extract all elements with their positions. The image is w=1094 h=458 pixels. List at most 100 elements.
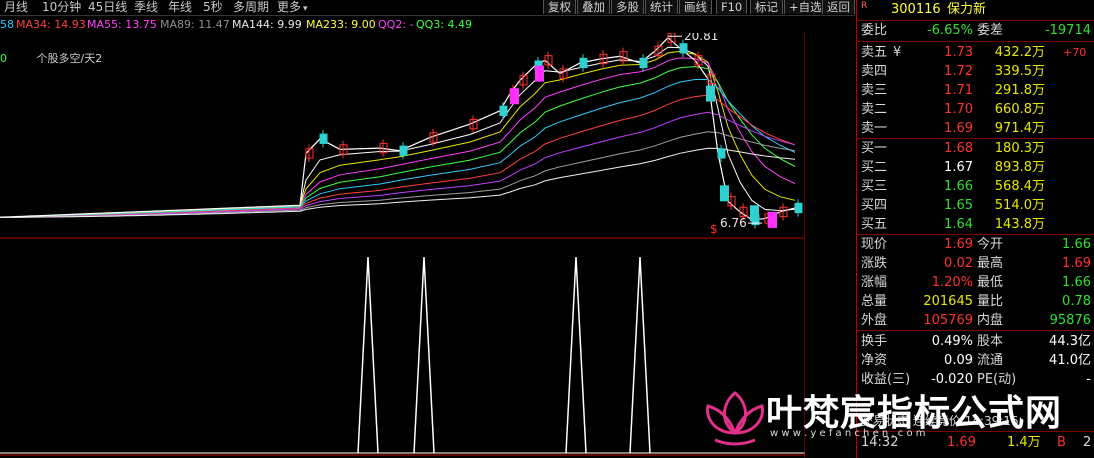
fundamental-row: 净资 0.09 流通 41.0亿 (857, 352, 1094, 370)
tab-yearly[interactable]: 年线 (168, 0, 192, 15)
back-button[interactable]: 返回 (822, 0, 855, 14)
sell-mark: ¥ (893, 45, 902, 60)
buy-volume: 143.8万 (994, 217, 1045, 232)
indicator-peak (565, 256, 587, 454)
mark-button[interactable]: 标记 (750, 0, 783, 14)
stat-value: 1.66 (1062, 237, 1091, 252)
buy-price: 1.68 (944, 141, 973, 156)
fundamental-label: 换手 (861, 334, 888, 349)
fundamental-value: 41.0亿 (1049, 353, 1091, 368)
fundamental-value: - (1086, 372, 1091, 387)
sell-label: 卖三 (861, 83, 888, 98)
stat-label: 外盘 (861, 313, 888, 328)
candle-highlight (535, 65, 544, 82)
fundamental-label: 净资 (861, 353, 888, 368)
add-favorite-button[interactable]: +自选 (784, 0, 827, 14)
candle-body (399, 145, 408, 156)
sell-volume: 432.2万 (994, 45, 1045, 60)
fundamental-label: 股本 (977, 334, 1004, 349)
sell-volume: 339.5万 (994, 64, 1045, 79)
fundamental-value: 0.49% (931, 334, 973, 349)
tick-row: 14:32 1.69 1.4万 B 2 (857, 434, 1094, 452)
stat-value: 0.02 (944, 256, 973, 271)
buy-row: 买五 1.64 143.8万 (857, 216, 1094, 234)
tab-10min[interactable]: 10分钟 (42, 0, 81, 15)
fundamental-row: 收益(三) -0.020 PE(动) - (857, 371, 1094, 389)
indicator-peak (413, 256, 435, 454)
stock-name: 保力新 (947, 2, 987, 17)
sell-volume: 660.8万 (994, 102, 1045, 117)
sell-row: 卖二 1.70 660.8万 (857, 101, 1094, 119)
sell-price: 1.70 (944, 102, 973, 117)
buy-label: 买一 (861, 141, 888, 156)
statistics-button[interactable]: 统计 (645, 0, 678, 14)
candle-body (579, 57, 588, 69)
candle-body (499, 105, 508, 116)
stat-row: 涨幅 1.20% 最低 1.66 (857, 274, 1094, 292)
weibi-label: 委比 (861, 23, 888, 38)
tick-flag: B (1057, 435, 1066, 450)
stat-row: 外盘 105769 内盘 95876 (857, 312, 1094, 330)
fuquan-button[interactable]: 复权 (543, 0, 576, 14)
sell-price: 1.69 (944, 121, 973, 136)
buy-label: 买五 (861, 217, 888, 232)
tab-5sec[interactable]: 5秒 (203, 0, 223, 15)
stat-row: 涨跌 0.02 最高 1.69 (857, 255, 1094, 273)
ma-line (0, 94, 796, 218)
sell-volume: 971.4万 (994, 121, 1045, 136)
stat-label: 总量 (861, 294, 888, 309)
ma-legend-item: QQ3: 4.49 (416, 18, 473, 31)
stat-label: 内盘 (977, 313, 1004, 328)
buy-volume: 514.0万 (994, 198, 1045, 213)
high-price-label: 20.81 (684, 33, 718, 43)
sell-row: 卖五 ¥1.73 432.2万 +70 (857, 44, 1094, 62)
price-axis: 20.0018.0016.0014.0012.0010.007.311.000.… (0, 33, 805, 458)
candle-highlight (768, 211, 777, 228)
stat-label: 今开 (977, 237, 1004, 252)
ma-legend-item: MA144: 9.99 (232, 18, 302, 31)
candle-body (319, 133, 328, 144)
overlay-button[interactable]: 叠加 (577, 0, 610, 14)
low-price-label: 6.76 (720, 216, 747, 230)
tab-quarterly[interactable]: 季线 (134, 0, 158, 15)
f10-button[interactable]: F10 (716, 0, 748, 14)
weibi-value: -6.65% (927, 23, 973, 38)
quote-panel: R 300116 保力新 委比 -6.65% 委差 -19714 卖五 ¥1.73… (856, 0, 1094, 458)
ma-legend-item: MA34: 14.93 (16, 18, 86, 31)
ma-legend: 58 MA34: 14.93 MA55: 13.75 MA89: 11.47 M… (0, 16, 560, 32)
trade-state: 交易状态 连续竞价 14:39:16 (857, 412, 1094, 430)
stat-label: 最低 (977, 275, 1004, 290)
kline-chart[interactable]: 20.81 6.76$ 20.0018.0016.0014.0012.0010.0… (0, 33, 805, 458)
multi-stock-button[interactable]: 多股 (611, 0, 644, 14)
tick-vol: 1.4万 (1007, 435, 1041, 450)
period-toolbar: 月线 10分钟 45日线 季线 年线 5秒 多周期 更多 ▾ 复权 叠加 多股 统… (0, 0, 855, 16)
ma-legend-item: MA55: 13.75 (87, 18, 157, 31)
stat-value: 105769 (923, 313, 973, 328)
tab-45day[interactable]: 45日线 (88, 0, 127, 15)
ma-line (0, 78, 796, 218)
indicator-peak (629, 256, 651, 454)
tab-more[interactable]: 更多 ▾ (277, 0, 308, 15)
stat-label: 涨跌 (861, 256, 888, 271)
sell-row: 卖一 1.69 971.4万 (857, 120, 1094, 138)
stat-value: 95876 (1049, 313, 1091, 328)
stat-row: 现价 1.69 今开 1.66 (857, 236, 1094, 254)
candle-highlight (510, 88, 519, 105)
sell-row: 卖三 1.71 291.8万 (857, 82, 1094, 100)
stock-code: 300116 (891, 2, 941, 17)
candle-highlight (706, 85, 715, 102)
buy-price: 1.67 (944, 160, 973, 175)
tab-multi-period[interactable]: 多周期 (233, 0, 269, 15)
indicator-lines (0, 256, 805, 454)
stat-value: 1.69 (944, 237, 973, 252)
stat-row: 总量 201645 量比 0.78 (857, 293, 1094, 311)
draw-line-button[interactable]: 画线 (679, 0, 712, 14)
stat-label: 现价 (861, 237, 888, 252)
fundamental-value: 44.3亿 (1049, 334, 1091, 349)
buy-price: 1.64 (944, 217, 973, 232)
tab-monthly[interactable]: 月线 (4, 0, 28, 15)
ma-legend-item: 58 (0, 18, 14, 31)
stat-value: 1.20% (931, 275, 973, 290)
fundamental-label: 流通 (977, 353, 1004, 368)
buy-row: 买一 1.68 180.3万 (857, 140, 1094, 158)
